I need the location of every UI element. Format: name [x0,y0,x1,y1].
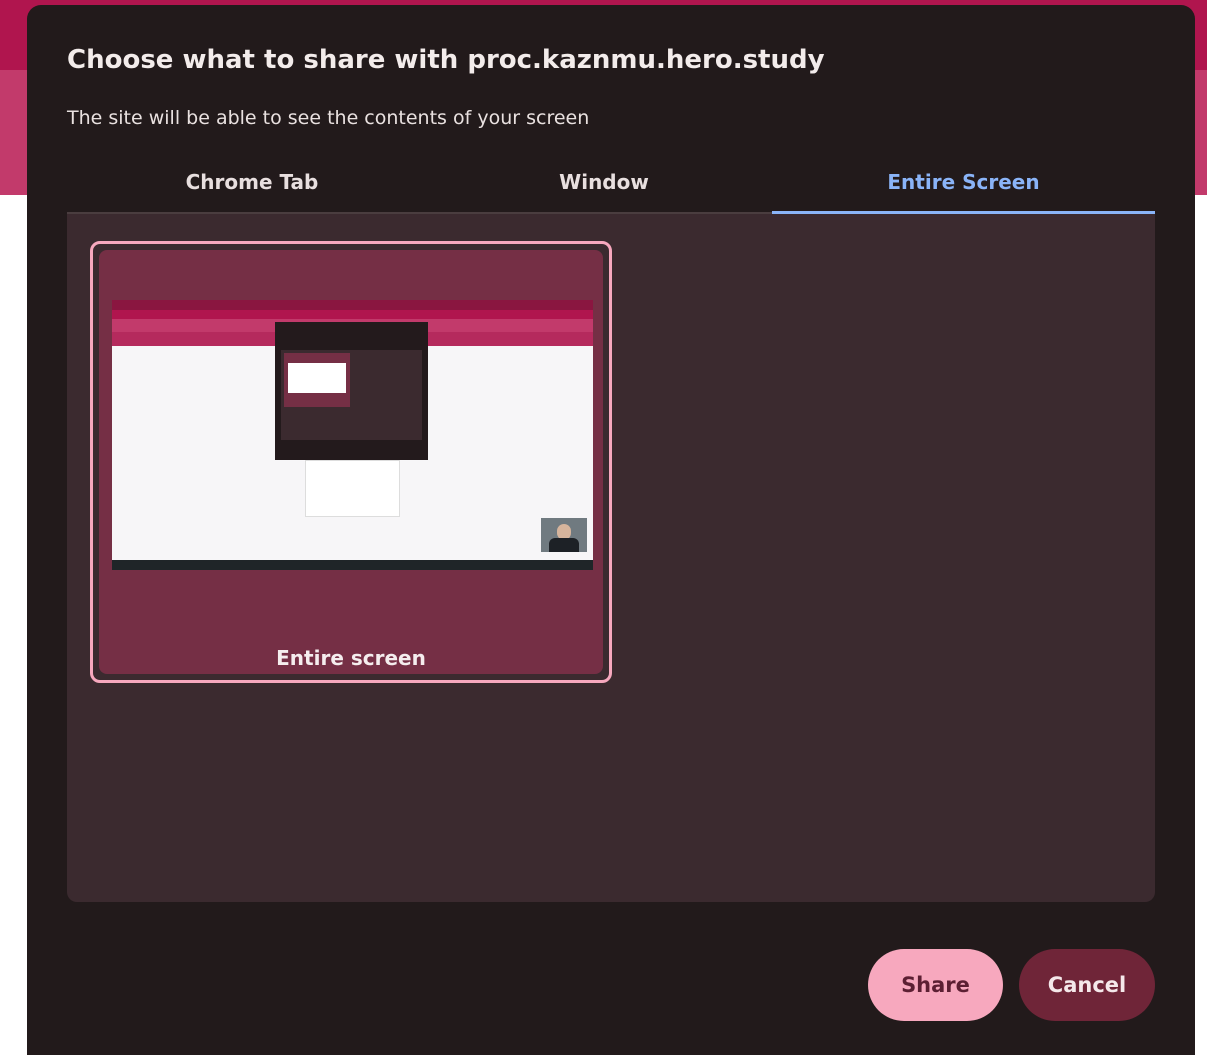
thumbnail-webcam-preview [541,518,587,552]
thumbnail-tabstrip [112,300,593,310]
thumbnail-dialog-preview [288,363,346,393]
source-item-entire-screen[interactable]: Entire screen [90,241,612,683]
source-item-label: Entire screen [276,646,426,670]
thumbnail-dialog-card [284,353,350,407]
thumbnail-dialog-panel [281,350,422,440]
screen-share-dialog: Choose what to share with proc.kaznmu.he… [27,5,1195,1055]
share-button[interactable]: Share [868,949,1003,1021]
screen-thumbnail [112,300,593,570]
tab-window[interactable]: Window [437,155,771,212]
tab-entire-screen[interactable]: Entire Screen [772,155,1155,214]
webcam-person-body [549,538,579,552]
dialog-subtitle: The site will be able to see the content… [67,107,590,129]
thumbnail-taskbar [112,560,593,570]
tab-chrome-tab[interactable]: Chrome Tab [67,155,437,212]
thumbnail-share-dialog [275,322,428,460]
share-source-tabs: Chrome Tab Window Entire Screen [67,155,1155,214]
source-list-panel: Entire screen [67,214,1155,902]
source-item-background: Entire screen [99,250,603,674]
cancel-button[interactable]: Cancel [1019,949,1155,1021]
thumbnail-content-card [305,460,400,517]
thumbnail-address-bar [112,310,593,319]
dialog-title: Choose what to share with proc.kaznmu.he… [67,45,825,75]
